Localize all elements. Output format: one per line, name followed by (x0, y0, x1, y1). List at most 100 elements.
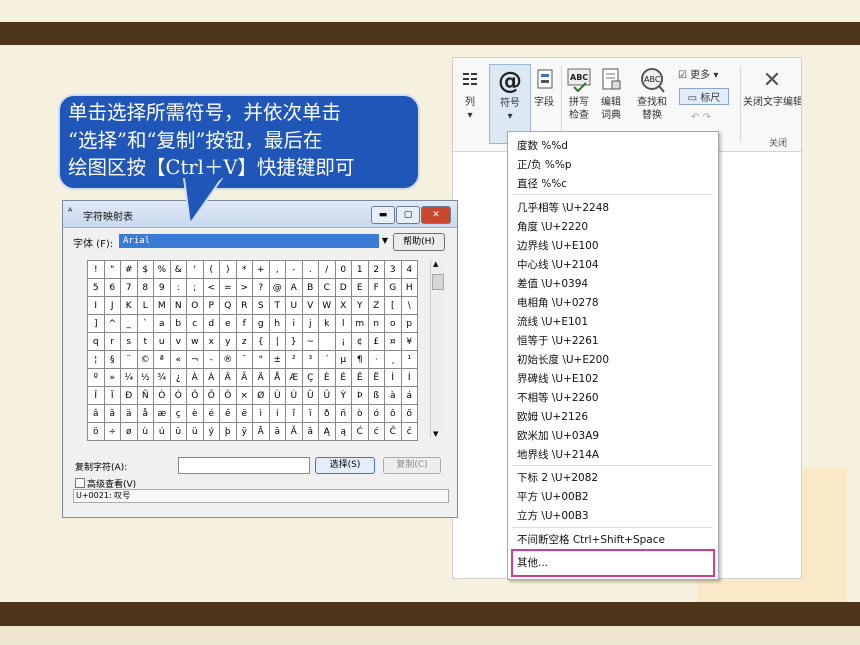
character-cell[interactable]: û (169, 422, 187, 441)
character-cell[interactable]: n (367, 314, 385, 333)
character-cell[interactable]: Ý (334, 386, 352, 405)
character-cell[interactable]: ! (87, 260, 105, 279)
character-cell[interactable]: å (136, 404, 154, 423)
select-button[interactable]: 选择(S) (315, 457, 375, 474)
scroll-up-icon[interactable]: ▲ (433, 260, 438, 268)
character-cell[interactable]: ¨ (120, 350, 138, 369)
character-cell[interactable]: ª (153, 350, 171, 369)
character-cell[interactable]: y (219, 332, 237, 351)
character-cell[interactable]: S (252, 296, 270, 315)
copy-button[interactable]: 复制(C) (383, 457, 441, 474)
menu-item-initial-length[interactable]: 初始长度 \U+E200 (517, 352, 609, 367)
character-cell[interactable]: { (252, 332, 270, 351)
menu-item-other[interactable]: 其他... (517, 555, 548, 570)
character-cell[interactable]: _ (120, 314, 138, 333)
character-cell[interactable]: Û (301, 386, 319, 405)
menu-item-electrical-phase[interactable]: 电相角 \U+0278 (517, 295, 599, 310)
character-cell[interactable]: ^ (103, 314, 121, 333)
character-cell[interactable]: ) (219, 260, 237, 279)
edit-dictionary-button[interactable]: 编辑 词典 (596, 64, 626, 122)
character-cell[interactable]: ù (136, 422, 154, 441)
character-cell[interactable]: Ă (285, 422, 303, 441)
character-cell[interactable]: Y (351, 296, 369, 315)
character-cell[interactable]: í (268, 404, 286, 423)
scrollbar-thumb[interactable] (432, 274, 444, 290)
character-cell[interactable]: µ (334, 350, 352, 369)
character-cell[interactable]: ô (384, 404, 402, 423)
character-cell[interactable]: ó (367, 404, 385, 423)
character-cell[interactable]: Ï (103, 386, 121, 405)
character-cell[interactable]: G (384, 278, 402, 297)
character-cell[interactable]: H (400, 278, 418, 297)
character-cell[interactable]: ð (318, 404, 336, 423)
character-cell[interactable]: ă (301, 422, 319, 441)
character-cell[interactable]: ï (301, 404, 319, 423)
character-cell[interactable]: È (318, 368, 336, 387)
character-cell[interactable]: Â (219, 368, 237, 387)
character-cell[interactable]: » (103, 368, 121, 387)
character-cell[interactable]: Ë (367, 368, 385, 387)
character-cell[interactable]: Ê (351, 368, 369, 387)
character-cell[interactable]: î (285, 404, 303, 423)
character-cell[interactable]: ä (120, 404, 138, 423)
character-cell[interactable]: X (334, 296, 352, 315)
character-cell[interactable]: ± (268, 350, 286, 369)
character-cell[interactable]: \ (400, 296, 418, 315)
character-cell[interactable]: - (285, 260, 303, 279)
character-cell[interactable]: ¦ (87, 350, 105, 369)
character-cell[interactable]: Ā (252, 422, 270, 441)
character-cell[interactable]: " (103, 260, 121, 279)
character-cell[interactable]: ¶ (351, 350, 369, 369)
help-button[interactable]: 帮助(H) (393, 233, 445, 251)
character-cell[interactable]: 6 (103, 278, 121, 297)
character-cell[interactable]: } (285, 332, 303, 351)
character-cell[interactable]: Í (400, 368, 418, 387)
character-cell[interactable]: Ð (120, 386, 138, 405)
character-cell[interactable]: 0 (334, 260, 352, 279)
character-cell[interactable]: ý (202, 422, 220, 441)
character-cell[interactable]: v (169, 332, 187, 351)
character-cell[interactable]: ö (87, 422, 105, 441)
character-cell[interactable]: q (87, 332, 105, 351)
copy-characters-input[interactable] (178, 457, 310, 474)
character-cell[interactable]: 7 (120, 278, 138, 297)
character-cell[interactable]: Ć (351, 422, 369, 441)
character-cell[interactable]: ß (367, 386, 385, 405)
character-cell[interactable]: Ô (186, 386, 204, 405)
character-cell[interactable]: ° (252, 350, 270, 369)
character-cell[interactable]: E (351, 278, 369, 297)
character-cell[interactable]: O (186, 296, 204, 315)
character-cell[interactable]: 2 (367, 260, 385, 279)
character-cell[interactable]: > (235, 278, 253, 297)
character-cell[interactable]: ê (219, 404, 237, 423)
scroll-down-icon[interactable]: ▼ (433, 430, 438, 438)
character-cell[interactable]: ¤ (384, 332, 402, 351)
character-cell[interactable]: J (103, 296, 121, 315)
character-cell[interactable]: o (384, 314, 402, 333)
menu-item-almost-equal[interactable]: 几乎相等 \U+2248 (517, 200, 609, 215)
character-cell[interactable]: Å (268, 368, 286, 387)
character-cell[interactable]: ¼ (120, 368, 138, 387)
menu-item-flow-line[interactable]: 流线 \U+E101 (517, 314, 588, 329)
character-cell[interactable]: | (268, 332, 286, 351)
character-cell[interactable]: Ù (268, 386, 286, 405)
character-cell[interactable]: ñ (334, 404, 352, 423)
character-cell[interactable]: P (202, 296, 220, 315)
menu-item-nonbreaking-space[interactable]: 不间断空格 Ctrl+Shift+Space (517, 532, 665, 547)
character-cell[interactable]: ú (153, 422, 171, 441)
character-cell[interactable]: ç (169, 404, 187, 423)
character-cell[interactable]: ~ (301, 332, 319, 351)
character-cell[interactable]: ¡ (334, 332, 352, 351)
character-cell[interactable]: ; (186, 278, 204, 297)
character-cell[interactable]: ì (252, 404, 270, 423)
menu-item-squared[interactable]: 平方 \U+00B2 (517, 489, 589, 504)
menu-item-center-line[interactable]: 中心线 \U+2104 (517, 257, 599, 272)
character-cell[interactable]: é (202, 404, 220, 423)
character-cell[interactable]: Ø (252, 386, 270, 405)
character-cell[interactable]: 3 (384, 260, 402, 279)
character-cell[interactable]: º (87, 368, 105, 387)
character-cell[interactable]: à (384, 386, 402, 405)
character-cell[interactable]: = (219, 278, 237, 297)
character-cell[interactable]: < (202, 278, 220, 297)
character-cell[interactable]: Ó (169, 386, 187, 405)
